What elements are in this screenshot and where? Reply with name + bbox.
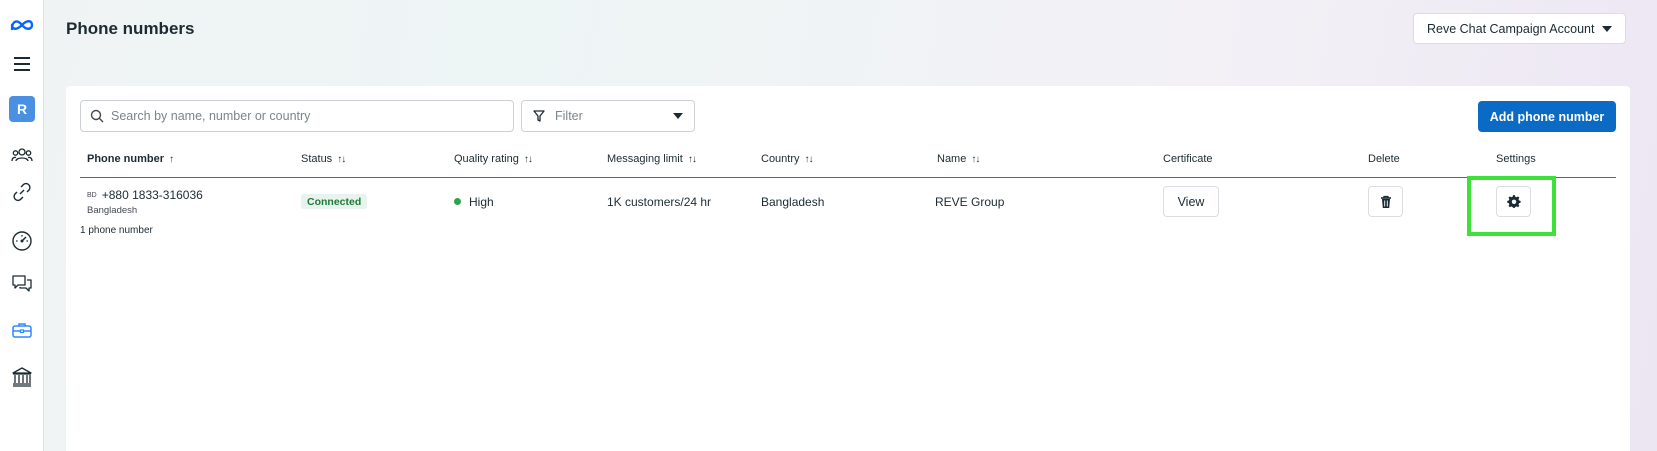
- people-icon[interactable]: [0, 145, 44, 165]
- column-header-country[interactable]: Country ↑↓: [761, 153, 814, 165]
- sort-ascending-icon: ↑: [169, 153, 174, 165]
- sort-icon: ↑↓: [337, 153, 346, 165]
- filter-label: Filter: [555, 109, 583, 123]
- search-input[interactable]: [111, 109, 491, 123]
- add-phone-number-button[interactable]: Add phone number: [1478, 101, 1616, 132]
- name-cell: REVE Group: [935, 195, 1005, 209]
- column-header-settings: Settings: [1496, 153, 1536, 165]
- country-cell: Bangladesh: [761, 195, 825, 209]
- chevron-down-icon: [1602, 25, 1612, 32]
- avatar: R: [9, 96, 35, 122]
- account-name: Reve Chat Campaign Account: [1427, 21, 1595, 36]
- bank-icon[interactable]: [0, 366, 44, 388]
- column-header-phone-number[interactable]: Phone number ↑: [87, 153, 174, 165]
- phone-numbers-card: [66, 86, 1630, 451]
- page-title: Phone numbers: [66, 19, 195, 38]
- search-box[interactable]: [80, 100, 514, 132]
- column-header-status[interactable]: Status ↑↓: [301, 153, 346, 165]
- column-header-name[interactable]: Name ↑↓: [937, 153, 980, 165]
- messaging-limit-cell: 1K customers/24 hr: [607, 195, 712, 209]
- phone-number-count: 1 phone number: [80, 225, 153, 236]
- phone-country: Bangladesh: [87, 205, 138, 216]
- column-header-messaging-limit[interactable]: Messaging limit ↑↓: [607, 153, 697, 165]
- sort-icon: ↑↓: [804, 153, 814, 165]
- account-avatar[interactable]: R: [0, 96, 44, 122]
- country-code: BD: [87, 192, 97, 199]
- view-certificate-button[interactable]: View: [1163, 186, 1219, 217]
- filter-dropdown[interactable]: Filter: [521, 100, 695, 132]
- phone-number-cell: BD +880 1833-316036: [87, 188, 203, 202]
- chevron-down-icon: [673, 113, 683, 119]
- briefcase-icon[interactable]: [0, 320, 44, 340]
- column-header-certificate: Certificate: [1163, 153, 1213, 165]
- sort-icon: ↑↓: [687, 153, 697, 165]
- sort-icon: ↑↓: [523, 153, 533, 165]
- filter-icon: [533, 110, 545, 122]
- chat-icon[interactable]: [0, 272, 44, 294]
- settings-highlight-box: [1467, 176, 1556, 236]
- quality-rating-cell: High: [454, 195, 494, 209]
- column-header-quality-rating[interactable]: Quality rating ↑↓: [454, 153, 533, 165]
- search-icon: [90, 109, 104, 123]
- status-badge: Connected: [301, 194, 368, 209]
- delete-button[interactable]: [1368, 186, 1403, 217]
- table-header-divider: [80, 177, 1616, 178]
- menu-icon[interactable]: [0, 53, 44, 75]
- quality-dot-icon: [454, 198, 461, 205]
- link-icon[interactable]: [0, 181, 44, 203]
- meta-logo-icon[interactable]: [0, 14, 44, 36]
- left-sidebar: R: [0, 0, 44, 451]
- column-header-delete: Delete: [1368, 153, 1400, 165]
- sort-icon: ↑↓: [971, 153, 980, 165]
- phone-number: +880 1833-316036: [101, 188, 203, 202]
- account-selector[interactable]: Reve Chat Campaign Account: [1413, 13, 1626, 44]
- dashboard-icon[interactable]: [0, 230, 44, 252]
- trash-icon: [1380, 195, 1391, 208]
